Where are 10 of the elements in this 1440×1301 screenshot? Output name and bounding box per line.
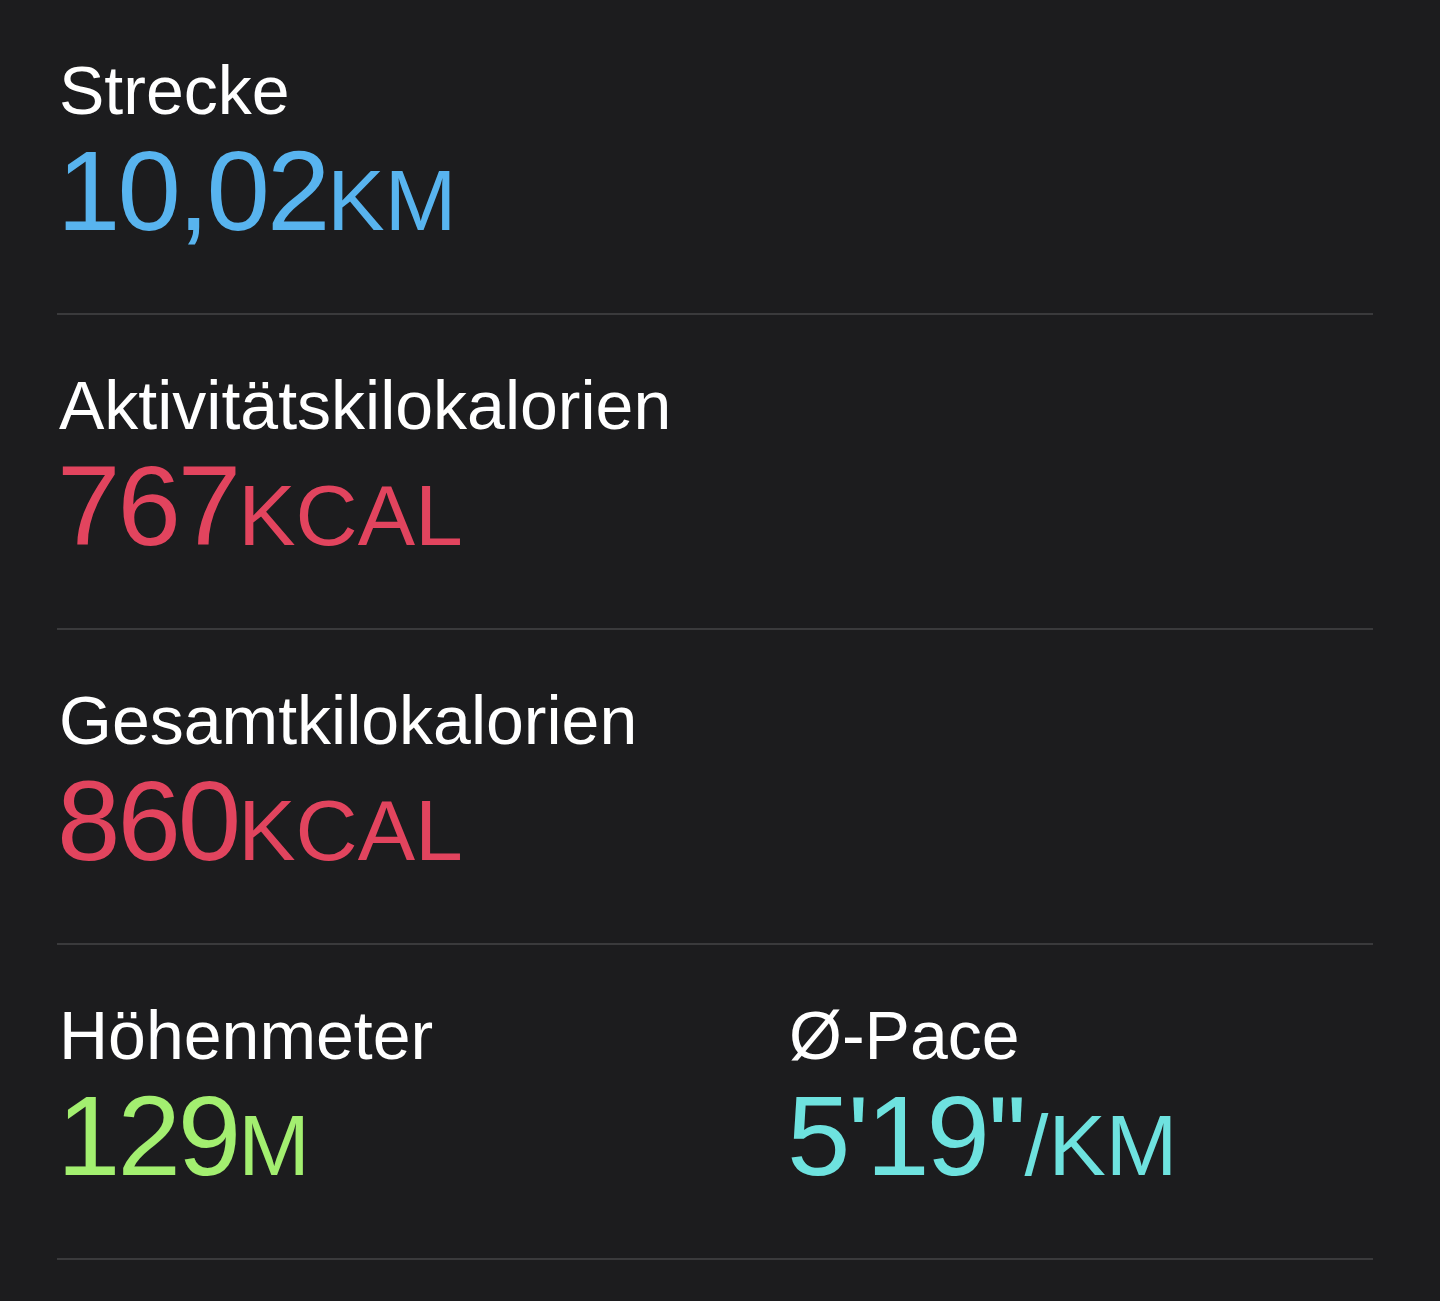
metric-value: 129M — [57, 1079, 310, 1193]
metric-value: 767KCAL — [57, 449, 463, 563]
metric-label: Ø-Pace — [788, 1001, 1020, 1069]
metric-label: Höhenmeter — [58, 1001, 434, 1069]
metric-value: 5'19''/KM — [787, 1079, 1178, 1193]
metric-label: Strecke — [58, 56, 290, 124]
metric-label: Aktivitätskilokalorien — [58, 371, 672, 439]
metric-value: 860KCAL — [57, 764, 463, 878]
metric-label: Gesamtkilokalorien — [58, 686, 638, 754]
metric-value: 10,02KM — [57, 134, 457, 248]
